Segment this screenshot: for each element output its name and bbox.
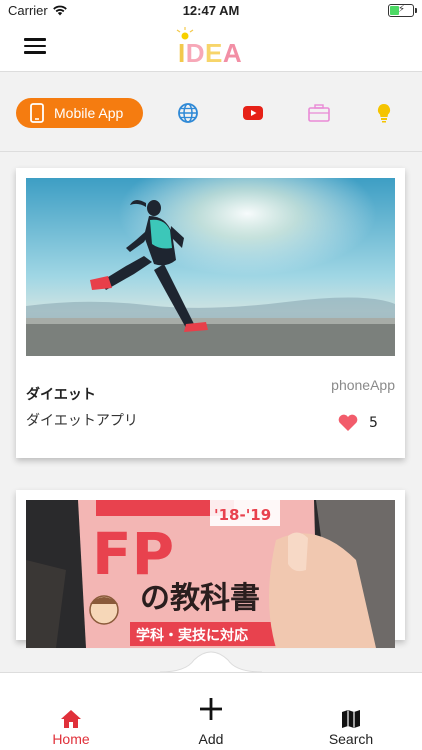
tab-label: Search bbox=[328, 731, 374, 747]
app-header: IDEA bbox=[0, 22, 422, 72]
tab-search[interactable]: Search bbox=[301, 673, 401, 750]
status-bar: Carrier 12:47 AM ⚡ bbox=[0, 0, 422, 22]
youtube-icon[interactable] bbox=[241, 101, 265, 125]
textbook-years: '18-'19 bbox=[214, 506, 271, 524]
post-title: ダイエット bbox=[26, 387, 96, 403]
post-category-label: phoneApp bbox=[331, 377, 395, 393]
category-divider bbox=[0, 151, 422, 152]
like-button[interactable]: 5 bbox=[337, 414, 385, 432]
map-icon bbox=[342, 710, 360, 728]
briefcase-icon[interactable] bbox=[307, 101, 331, 125]
lightbulb-icon[interactable] bbox=[372, 101, 396, 125]
textbook-banner: 学科・実技に対応 bbox=[136, 627, 248, 644]
textbook-subtitle: の教科書 bbox=[140, 581, 260, 616]
tab-home[interactable]: Home bbox=[21, 673, 121, 750]
textbook-headline: FP bbox=[92, 520, 174, 588]
post-image-runner bbox=[26, 178, 395, 356]
clock: 12:47 AM bbox=[182, 3, 240, 18]
logo-text: IDEA bbox=[178, 38, 243, 68]
post-description: ダイエットアプリ bbox=[26, 413, 138, 429]
bottom-tab-bar: Home Add Search bbox=[0, 672, 422, 750]
globe-icon[interactable] bbox=[176, 101, 200, 125]
idea-logo: IDEA bbox=[172, 26, 252, 68]
smartphone-icon bbox=[30, 103, 44, 123]
tab-label: Add bbox=[198, 731, 224, 747]
category-mobile-app-button[interactable]: Mobile App bbox=[16, 98, 143, 128]
heart-icon bbox=[338, 414, 358, 431]
post-image-fp-textbook: '18-'19 FP の教科書 学科・実技に対応 bbox=[26, 500, 395, 648]
post-card[interactable]: ダイエット ダイエットアプリ phoneApp 5 bbox=[16, 168, 405, 458]
post-card[interactable]: '18-'19 FP の教科書 学科・実技に対応 bbox=[16, 490, 405, 648]
battery-icon: ⚡ bbox=[388, 4, 417, 17]
hamburger-menu-icon[interactable] bbox=[24, 38, 46, 54]
tab-add[interactable]: Add bbox=[161, 673, 261, 750]
like-count: 5 bbox=[369, 415, 378, 431]
category-filter-bar: Mobile App bbox=[0, 88, 422, 138]
category-label: Mobile App bbox=[54, 105, 124, 121]
home-icon bbox=[61, 710, 81, 728]
tab-label: Home bbox=[52, 731, 90, 747]
plus-icon bbox=[200, 698, 222, 720]
